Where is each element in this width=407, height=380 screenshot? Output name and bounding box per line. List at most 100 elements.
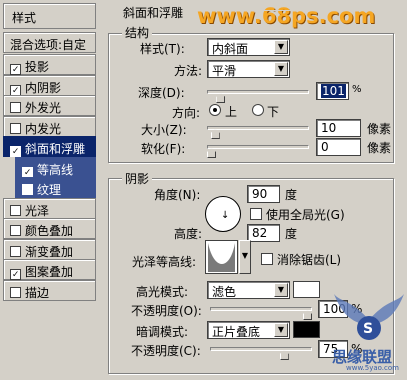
depth-slider-track[interactable] xyxy=(207,90,309,94)
angle-dial[interactable]: ↓ xyxy=(205,196,241,232)
style-item-label: 外发光 xyxy=(25,101,62,115)
style-item-stroke[interactable]: 描边 xyxy=(3,279,96,301)
style-item-checkbox[interactable] xyxy=(10,122,21,134)
style-item-outer-glow[interactable]: 外发光 xyxy=(3,95,96,116)
gloss-contour-preview[interactable] xyxy=(205,240,238,274)
contour-curve-icon xyxy=(208,243,235,272)
style-item-checkbox[interactable]: ✓ xyxy=(10,146,21,157)
style-item-label: 内发光 xyxy=(25,121,62,136)
watermark-logo: S 思缘联盟 www.5yao.com xyxy=(332,290,406,378)
shadow-color-swatch[interactable] xyxy=(293,321,320,338)
direction-down-label: 下 xyxy=(267,105,280,119)
style-item-label: 内阴影 xyxy=(25,80,62,95)
global-light-checkbox[interactable] xyxy=(250,208,262,220)
size-slider-track[interactable] xyxy=(207,126,309,130)
bevel-title: 斜面和浮雕 xyxy=(120,4,187,21)
gloss-contour-label: 光泽等高线: xyxy=(132,255,197,269)
style-item-checkbox[interactable] xyxy=(10,204,21,216)
style-item-checkbox[interactable]: ✓ xyxy=(22,166,33,178)
soften-slider-track[interactable] xyxy=(207,145,309,149)
style-item-checkbox[interactable] xyxy=(10,245,21,257)
style-item-checkbox[interactable]: ✓ xyxy=(10,84,21,96)
angle-label: 角度(N): xyxy=(154,188,201,202)
style-item-checkbox[interactable] xyxy=(10,225,21,236)
highlight-mode-dropdown[interactable]: 滤色 ▼ xyxy=(207,281,290,299)
chevron-down-icon: ▼ xyxy=(274,283,288,297)
direction-up-label: 上 xyxy=(225,105,238,119)
style-item-inner-glow[interactable]: 内发光 xyxy=(3,115,96,137)
angle-dial-marker-icon: ↓ xyxy=(221,210,230,221)
altitude-unit: 度 xyxy=(285,227,298,241)
style-item-label: 图案叠加 xyxy=(25,265,74,279)
angle-input[interactable]: 90 xyxy=(247,185,280,203)
shadow-mode-label: 暗调模式: xyxy=(136,325,189,339)
direction-down-radio[interactable] xyxy=(252,104,264,116)
size-input[interactable]: 10 xyxy=(316,119,361,137)
gloss-contour-dropdown-button[interactable]: ▼ xyxy=(239,240,251,274)
highlight-mode-value: 滤色 xyxy=(212,285,237,299)
style-item-label: 描边 xyxy=(25,285,50,300)
chevron-down-icon: ▼ xyxy=(274,62,288,76)
chevron-down-icon: ▼ xyxy=(274,40,288,54)
style-item-drop-shadow[interactable]: ✓ 投影 xyxy=(3,54,96,75)
method-dropdown[interactable]: 平滑 ▼ xyxy=(207,60,290,78)
style-item-label: 斜面和浮雕 xyxy=(25,142,86,156)
shadow-opacity-slider-track[interactable] xyxy=(210,347,312,351)
depth-unit: % xyxy=(352,84,362,95)
style-item-checkbox[interactable]: ✓ xyxy=(10,269,21,280)
style-item-pattern-overlay[interactable]: ✓ 图案叠加 xyxy=(3,259,96,280)
depth-input[interactable]: 101 xyxy=(316,82,349,100)
style-item-label: 光泽 xyxy=(25,203,50,218)
shadow-opacity-label: 不透明度(C): xyxy=(131,344,201,358)
structure-title: 结构 xyxy=(122,24,153,41)
highlight-opacity-label: 不透明度(O): xyxy=(131,304,202,318)
style-item-satin[interactable]: 光泽 xyxy=(3,197,96,219)
style-item-label: 颜色叠加 xyxy=(25,224,74,238)
depth-label: 深度(D): xyxy=(138,86,185,100)
size-unit: 像素 xyxy=(367,122,392,136)
style-label: 样式(T): xyxy=(140,42,185,56)
shadow-mode-dropdown[interactable]: 正片叠底 ▼ xyxy=(207,321,290,339)
angle-unit: 度 xyxy=(285,188,298,202)
style-value: 内斜面 xyxy=(212,42,249,56)
style-item-texture[interactable]: 纹理 xyxy=(15,177,96,198)
style-list: 样式 混合选项:自定 ✓ 投影 ✓ 内阴影外发光内发光 ✓ 斜面和浮雕 ✓ 等高线纹理光泽颜色… xyxy=(3,3,96,301)
style-item-checkbox[interactable]: ✓ xyxy=(10,64,21,75)
style-item-inner-shadow[interactable]: ✓ 内阴影 xyxy=(3,74,96,96)
style-item-label: 投影 xyxy=(25,60,50,74)
style-item-bevel-emboss[interactable]: ✓ 斜面和浮雕 xyxy=(3,136,96,157)
method-label: 方法: xyxy=(174,64,203,78)
method-value: 平滑 xyxy=(212,64,237,78)
style-item-color-overlay[interactable]: 颜色叠加 xyxy=(3,218,96,239)
soften-input[interactable]: 0 xyxy=(316,138,361,156)
blending-options-label: 混合选项:自定 xyxy=(10,38,87,52)
soften-label: 软化(F): xyxy=(141,142,186,156)
style-item-checkbox[interactable] xyxy=(10,286,21,298)
style-dropdown[interactable]: 内斜面 ▼ xyxy=(207,38,290,56)
style-item-checkbox[interactable] xyxy=(22,184,33,195)
style-item-gradient-overlay[interactable]: 渐变叠加 xyxy=(3,238,96,260)
global-light-label: 使用全局光(G) xyxy=(266,208,345,222)
altitude-input[interactable]: 82 xyxy=(247,224,280,242)
direction-label: 方向: xyxy=(172,106,201,120)
blending-options-item[interactable]: 混合选项:自定 xyxy=(3,32,96,53)
direction-up-radio[interactable] xyxy=(209,104,221,116)
style-item-checkbox[interactable] xyxy=(10,102,21,113)
style-item-contour[interactable]: ✓ 等高线 xyxy=(15,156,96,178)
highlight-color-swatch[interactable] xyxy=(293,281,320,298)
winged-logo-icon: S xyxy=(334,294,404,340)
style-item-label: 纹理 xyxy=(37,183,62,197)
shading-title: 阴影 xyxy=(122,170,153,187)
highlight-mode-label: 高光模式: xyxy=(136,285,189,299)
size-value: 10 xyxy=(321,121,337,135)
altitude-value: 82 xyxy=(252,226,268,240)
angle-value: 90 xyxy=(252,187,268,201)
style-item-label: 等高线 xyxy=(37,162,74,177)
styles-header[interactable]: 样式 xyxy=(3,3,96,29)
highlight-opacity-slider-track[interactable] xyxy=(210,307,312,311)
anti-aliased-checkbox[interactable] xyxy=(261,253,273,265)
depth-value: 101 xyxy=(321,84,346,98)
chevron-down-icon: ▼ xyxy=(274,323,288,337)
soften-unit: 像素 xyxy=(367,141,392,155)
watermark-bottom-url: www.5yao.com xyxy=(346,364,399,372)
